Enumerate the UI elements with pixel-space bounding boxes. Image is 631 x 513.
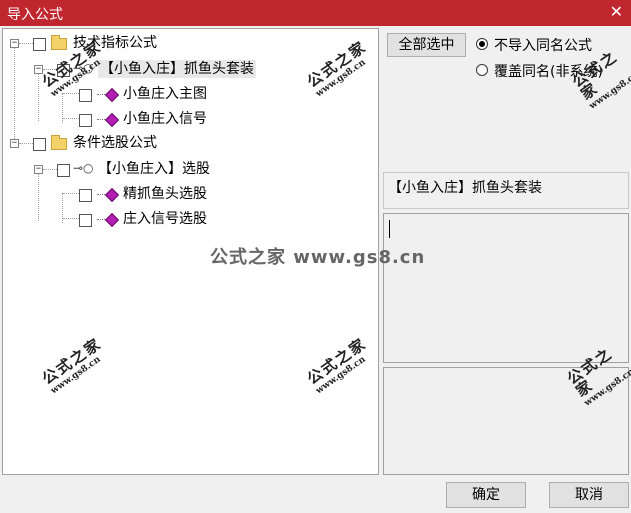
collapse-icon[interactable]: − — [10, 39, 19, 48]
tree-checkbox[interactable] — [33, 138, 46, 151]
watermark-center: 公式之家 www.gs8.cn — [210, 247, 426, 268]
cancel-button[interactable]: 取消 — [549, 482, 629, 508]
text-caret — [389, 220, 390, 238]
tree-node-label: 精抓鱼头选股 — [123, 186, 207, 202]
tree-node-label: 小鱼庄入主图 — [123, 86, 207, 102]
tree-node-label: 【小鱼入庄】抓鱼头套装 — [98, 60, 256, 78]
tree-checkbox[interactable] — [79, 114, 92, 127]
formula-gem-icon — [104, 212, 120, 228]
tree-node-formula-set[interactable]: − ⊸○ 【小鱼庄入】选股 — [3, 159, 303, 179]
formula-name-text: 【小鱼入庄】抓鱼头套装 — [388, 180, 542, 196]
select-all-button[interactable]: 全部选中 — [387, 33, 466, 57]
tree-node-label: 条件选股公式 — [73, 135, 157, 151]
formula-description-box[interactable] — [383, 213, 629, 363]
overwrite-same-name-radio[interactable] — [476, 64, 488, 76]
tree-checkbox[interactable] — [79, 89, 92, 102]
tree-checkbox[interactable] — [79, 214, 92, 227]
formula-gem-icon — [104, 87, 120, 103]
tree-checkbox[interactable] — [33, 38, 46, 51]
skip-same-name-radio[interactable] — [476, 38, 488, 50]
tree-checkbox[interactable] — [79, 189, 92, 202]
key-icon: ⊸○ — [73, 161, 94, 175]
tree-node-leaf[interactable]: 精抓鱼头选股 — [3, 184, 303, 204]
tree-node-label: 庄入信号选股 — [123, 211, 207, 227]
collapse-icon[interactable]: − — [10, 139, 19, 148]
tree-node-leaf[interactable]: 庄入信号选股 — [3, 209, 303, 229]
tree-node-label: 【小鱼庄入】选股 — [98, 161, 210, 177]
window-title: 导入公式 — [7, 7, 63, 23]
close-icon[interactable]: ✕ — [610, 2, 623, 21]
title-bar: 导入公式 ✕ — [0, 0, 631, 26]
folder-icon — [51, 35, 67, 50]
formula-gem-icon — [104, 187, 120, 203]
formula-gem-icon — [104, 112, 120, 128]
tree-node-label: 小鱼庄入信号 — [123, 111, 207, 127]
tree-checkbox[interactable] — [57, 164, 70, 177]
tree-node-stock-selection[interactable]: − 条件选股公式 — [3, 133, 203, 153]
skip-same-name-label: 不导入同名公式 — [494, 38, 592, 54]
collapse-icon[interactable]: − — [34, 165, 43, 174]
ok-button[interactable]: 确定 — [446, 482, 526, 508]
formula-name-field: 【小鱼入庄】抓鱼头套装 — [383, 172, 629, 209]
tree-node-leaf[interactable]: 小鱼庄入信号 — [3, 109, 303, 129]
folder-icon — [51, 135, 67, 150]
collapse-icon[interactable]: − — [34, 65, 43, 74]
